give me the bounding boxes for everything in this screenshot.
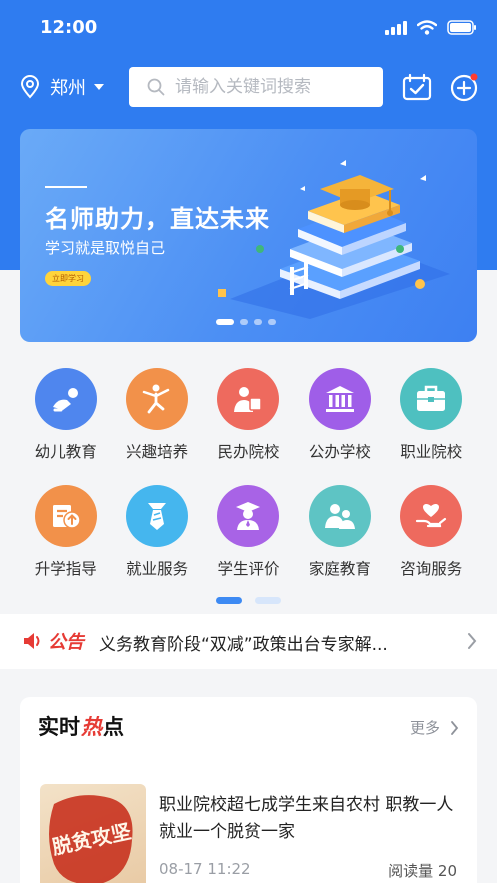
category-label: 咨询服务 [400,560,463,578]
family-icon [308,485,371,547]
category-item-early-education[interactable]: 幼儿教育 [20,368,111,485]
news-time: 08-17 11:22 [159,860,251,878]
category-label: 幼儿教育 [34,443,97,461]
banner-divider [45,186,87,188]
category-item-employment[interactable]: 就业服务 [111,485,202,602]
status-icons [385,20,477,35]
top-nav: 郑州 [0,66,497,108]
cellular-signal-icon [385,20,407,35]
hot-news-title: 实时 热 点 [38,711,124,741]
promo-banner[interactable]: 名师助力，直达未来 学习就是取悦自己 立即学习 [20,129,477,342]
category-label: 就业服务 [126,560,189,578]
banner-dot[interactable] [240,319,248,325]
city-name: 郑州 [50,78,86,99]
category-item-student-evaluation[interactable]: 学生评价 [203,485,294,602]
calendar-check-icon[interactable] [401,71,433,103]
category-item-vocational[interactable]: 职业院校 [386,368,477,485]
more-link[interactable]: 更多 [410,717,459,738]
graduate-icon [217,485,280,547]
category-item-admission-guide[interactable]: 升学指导 [20,485,111,602]
upgrade-icon [34,485,97,547]
dancer-icon [126,368,189,430]
category-label: 民办院校 [217,443,280,461]
news-read-count: 阅读量 20 [388,862,457,880]
banner-subtitle: 学习就是取悦自己 [45,239,166,257]
pager-dot-active[interactable] [216,597,242,604]
banner-dot[interactable] [216,319,234,325]
hot-news-card: 实时 热 点 更多 脱贫攻坚 职业院校超七成学生来自农村 职教一人就业一个脱贫一… [20,697,477,883]
category-label: 职业院校 [400,443,463,461]
notice-tag: 公告 [22,628,84,654]
category-label: 学生评价 [217,560,280,578]
category-item-public-school[interactable]: 公办学校 [294,368,385,485]
search-bar[interactable] [129,67,383,107]
notice-tag-label: 公告 [48,632,84,653]
category-item-interest[interactable]: 兴趣培养 [111,368,202,485]
notice-text[interactable]: 义务教育阶段“双减”政策出台专家解... [99,630,388,655]
reader-icon [217,368,280,430]
title-suffix: 点 [103,715,124,739]
category-grid: 幼儿教育 兴趣培养 民办院校 公办学校 职业院校 升学指导 就业服务 学生评价 … [20,368,477,602]
status-time: 12:00 [40,17,98,38]
category-label: 公办学校 [308,443,371,461]
news-thumbnail[interactable]: 脱贫攻坚 [40,784,146,883]
crawling-baby-icon [34,368,97,430]
banner-dot[interactable] [254,319,262,325]
battery-icon [447,20,476,35]
banner-indicator [216,319,276,325]
more-label: 更多 [409,719,440,737]
search-icon [147,78,165,96]
category-label: 升学指导 [34,560,97,578]
pager-dot[interactable] [255,597,281,604]
banner-cta-button[interactable]: 立即学习 [45,271,91,286]
category-label: 兴趣培养 [126,443,189,461]
category-row: 升学指导 就业服务 学生评价 家庭教育 咨询服务 [20,485,477,602]
briefcase-icon [400,368,463,430]
notification-dot [470,73,478,81]
title-prefix: 实时 [38,715,80,739]
status-bar: 12:00 [0,0,497,58]
chevron-right-icon [451,720,459,735]
add-circle-icon[interactable] [449,71,481,103]
necktie-icon [126,485,189,547]
wifi-icon [417,20,437,35]
heart-hand-icon [400,485,463,547]
chevron-right-icon[interactable] [467,632,477,650]
category-row: 幼儿教育 兴趣培养 民办院校 公办学校 职业院校 [20,368,477,485]
category-item-consulting[interactable]: 咨询服务 [386,485,477,602]
location-pin-icon [20,75,40,99]
institution-icon [308,368,371,430]
news-title[interactable]: 职业院校超七成学生来自农村 职教一人就业一个脱贫一家 [159,792,459,846]
speaker-icon [24,633,40,649]
title-hot: 热 [81,715,102,739]
banner-dot[interactable] [268,319,276,325]
search-input[interactable] [175,77,375,97]
category-pager [216,597,281,604]
books-graduation-cap-illustration [218,160,450,319]
city-selector[interactable]: 郑州 [20,66,104,108]
category-item-family-education[interactable]: 家庭教育 [294,485,385,602]
category-label: 家庭教育 [308,560,371,578]
caret-down-icon [94,84,104,90]
notice-bar[interactable]: 公告 义务教育阶段“双减”政策出台专家解... [0,614,497,669]
category-item-private-school[interactable]: 民办院校 [203,368,294,485]
poverty-alleviation-poster-image: 脱贫攻坚 [49,795,133,883]
